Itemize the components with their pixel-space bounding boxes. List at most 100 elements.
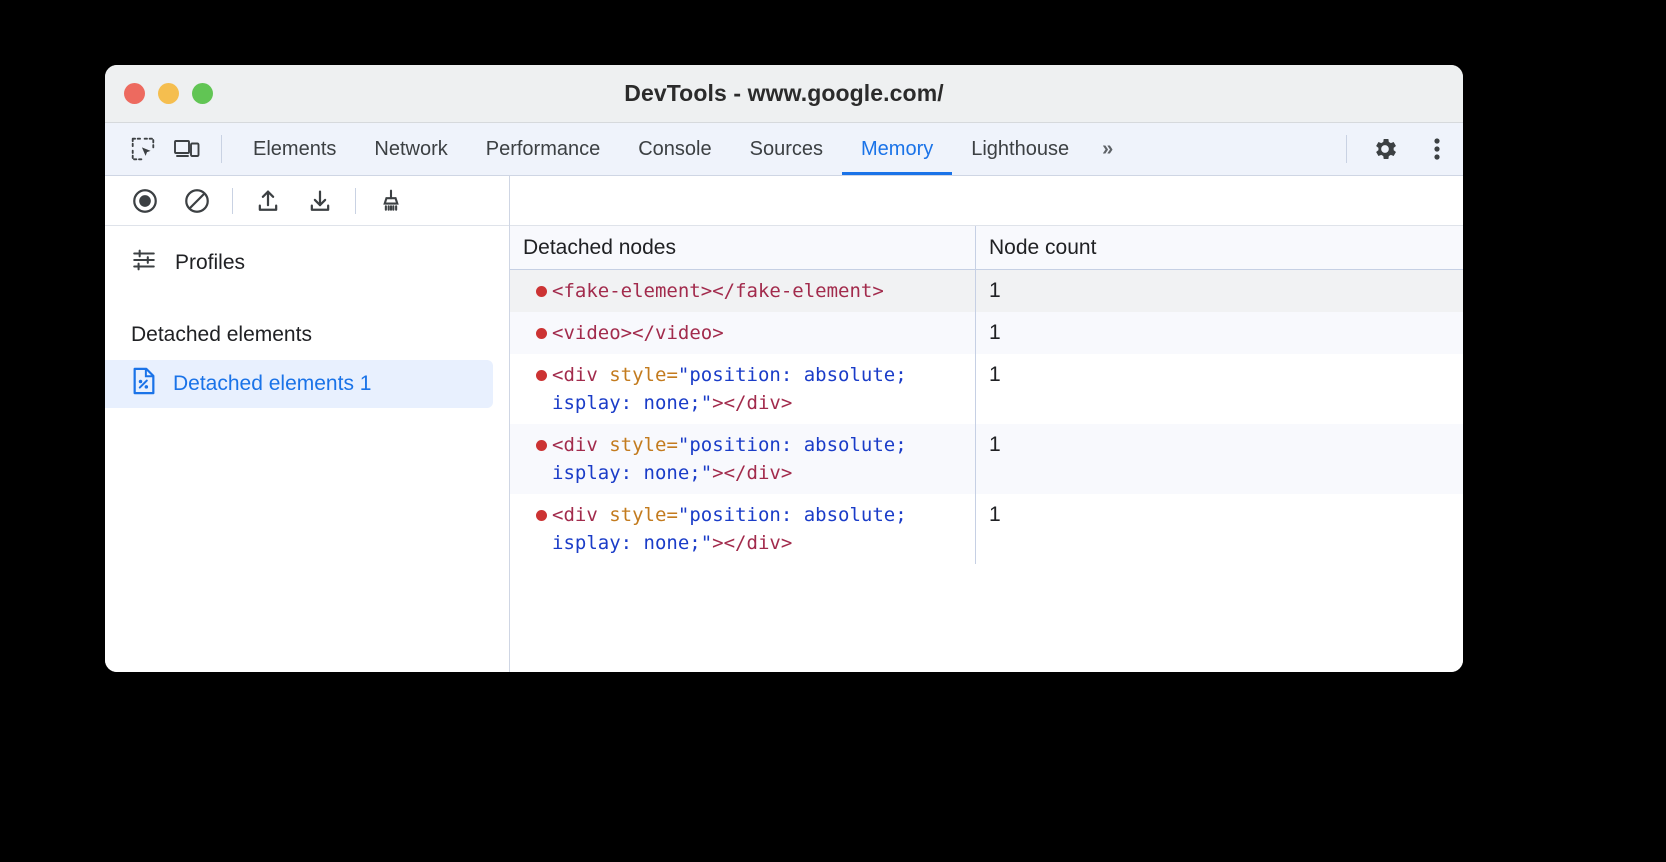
save-button[interactable]: [294, 176, 346, 226]
tab-performance[interactable]: Performance: [467, 123, 620, 175]
code-token-punc: <: [552, 280, 563, 302]
table-row[interactable]: <fake-element></fake-element>1: [510, 270, 1463, 312]
code-token-punc: </: [724, 532, 747, 554]
node-count-cell: 1: [976, 354, 1463, 424]
detached-node-line: <video></video>: [552, 319, 975, 347]
table-row[interactable]: <div style="position: absolute;isplay: n…: [510, 494, 1463, 564]
maximize-window-button[interactable]: [192, 83, 213, 104]
code-token-punc: >: [781, 392, 792, 414]
code-token-tag: video: [655, 322, 712, 344]
memory-panel-toolbar: [105, 176, 509, 226]
tab-memory-label: Memory: [861, 138, 933, 161]
detached-node-line: <div style="position: absolute;: [552, 501, 975, 529]
code-token-tag: div: [747, 462, 781, 484]
code-token-attr: =: [666, 364, 677, 386]
tab-console-label: Console: [638, 138, 711, 161]
code-token-punc: <: [552, 322, 563, 344]
detached-node-cell[interactable]: <div style="position: absolute;isplay: n…: [510, 494, 976, 564]
traffic-lights: [105, 83, 213, 104]
table-body: <fake-element></fake-element>1<video></v…: [510, 270, 1463, 564]
table-row[interactable]: <video></video>1: [510, 312, 1463, 354]
code-token-punc: >: [781, 462, 792, 484]
toolbar-divider-2: [355, 188, 356, 214]
detached-node-marker-icon: [536, 370, 547, 381]
detached-node-cell[interactable]: <div style="position: absolute;isplay: n…: [510, 424, 976, 494]
detached-node-marker-icon: [536, 440, 547, 451]
code-token-attr: =: [666, 434, 677, 456]
devtools-window: DevTools - www.google.com/ Elements Netw…: [105, 65, 1463, 672]
code-token-punc: <: [552, 364, 563, 386]
devtools-tabstrip: Elements Network Performance Console Sou…: [105, 123, 1463, 176]
code-token-punc: >: [712, 392, 723, 414]
tab-console[interactable]: Console: [619, 123, 730, 175]
sidebar-section-detached-elements: Detached elements: [105, 310, 509, 360]
code-token-val: "position: absolute;: [678, 434, 907, 456]
detached-node-line: isplay: none;"></div>: [552, 529, 975, 557]
column-header-detached-nodes[interactable]: Detached nodes: [510, 226, 976, 269]
toolbar-divider-1: [232, 188, 233, 214]
collect-garbage-button[interactable]: [365, 176, 417, 226]
tab-sources[interactable]: Sources: [731, 123, 842, 175]
code-token-punc: >: [872, 280, 883, 302]
node-count-cell: 1: [976, 424, 1463, 494]
code-token-attr: style: [609, 504, 666, 526]
detached-elements-view: Detached nodes Node count <fake-element>…: [510, 176, 1463, 672]
record-button[interactable]: [119, 176, 171, 226]
code-token-attr: style: [609, 434, 666, 456]
sidebar-item-detached-elements-1[interactable]: Detached elements 1: [105, 360, 493, 408]
code-token-tag: fake-element: [735, 280, 872, 302]
code-token-punc: </: [724, 392, 747, 414]
load-button[interactable]: [242, 176, 294, 226]
window-titlebar: DevTools - www.google.com/: [105, 65, 1463, 123]
profiles-sidebar: Profiles Detached elements Detached ele: [105, 226, 509, 672]
code-token-plain: [598, 434, 609, 456]
minimize-window-button[interactable]: [158, 83, 179, 104]
code-token-plain: [598, 504, 609, 526]
kebab-menu-icon[interactable]: [1411, 123, 1463, 175]
device-toolbar-icon[interactable]: [165, 123, 209, 175]
tab-lighthouse[interactable]: Lighthouse: [952, 123, 1088, 175]
code-token-punc: >: [712, 322, 723, 344]
code-token-punc: </: [712, 280, 735, 302]
detached-node-cell[interactable]: <div style="position: absolute; isplay: n…: [510, 354, 976, 424]
detached-node-line: <fake-element></fake-element>: [552, 277, 975, 305]
more-tabs-chevron-icon[interactable]: »: [1088, 123, 1127, 175]
table-row[interactable]: <div style="position: absolute;isplay: n…: [510, 424, 1463, 494]
tab-memory[interactable]: Memory: [842, 123, 952, 175]
code-token-punc: >: [781, 532, 792, 554]
column-header-node-count[interactable]: Node count: [976, 226, 1463, 269]
sliders-icon: [131, 247, 157, 279]
tab-sources-label: Sources: [750, 138, 823, 161]
code-token-plain: [598, 364, 609, 386]
tab-network-label: Network: [374, 138, 447, 161]
tab-elements[interactable]: Elements: [234, 123, 355, 175]
panel-body: Profiles Detached elements Detached ele: [105, 176, 1463, 672]
inspect-element-icon[interactable]: [121, 123, 165, 175]
code-token-punc: </: [724, 462, 747, 484]
code-token-tag: div: [747, 532, 781, 554]
detached-nodes-table: Detached nodes Node count <fake-element>…: [510, 226, 1463, 672]
code-token-tag: div: [563, 364, 597, 386]
devtools-tabs: Elements Network Performance Console Sou…: [234, 123, 1127, 175]
close-window-button[interactable]: [124, 83, 145, 104]
gear-icon[interactable]: [1359, 123, 1411, 175]
code-token-val: "position: absolute;: [678, 364, 907, 386]
more-tabs-label: »: [1102, 138, 1113, 161]
tabstrip-right-group: [1334, 123, 1463, 175]
detached-node-line: <div style="position: absolute;: [552, 361, 975, 389]
sidebar-item-profiles[interactable]: Profiles: [105, 238, 509, 288]
clear-button[interactable]: [171, 176, 223, 226]
memory-sidebar-pane: Profiles Detached elements Detached ele: [105, 176, 510, 672]
code-token-punc: <: [552, 504, 563, 526]
detached-node-cell[interactable]: <fake-element></fake-element>: [510, 270, 976, 312]
code-token-tag: div: [563, 434, 597, 456]
table-row[interactable]: <div style="position: absolute; isplay: n…: [510, 354, 1463, 424]
tab-elements-label: Elements: [253, 138, 336, 161]
detached-node-cell[interactable]: <video></video>: [510, 312, 976, 354]
tab-lighthouse-label: Lighthouse: [971, 138, 1069, 161]
code-token-val: isplay: none;": [552, 392, 712, 414]
tab-network[interactable]: Network: [355, 123, 466, 175]
code-token-val: isplay: none;": [552, 462, 712, 484]
code-token-punc: >: [621, 322, 632, 344]
code-token-attr: =: [666, 504, 677, 526]
